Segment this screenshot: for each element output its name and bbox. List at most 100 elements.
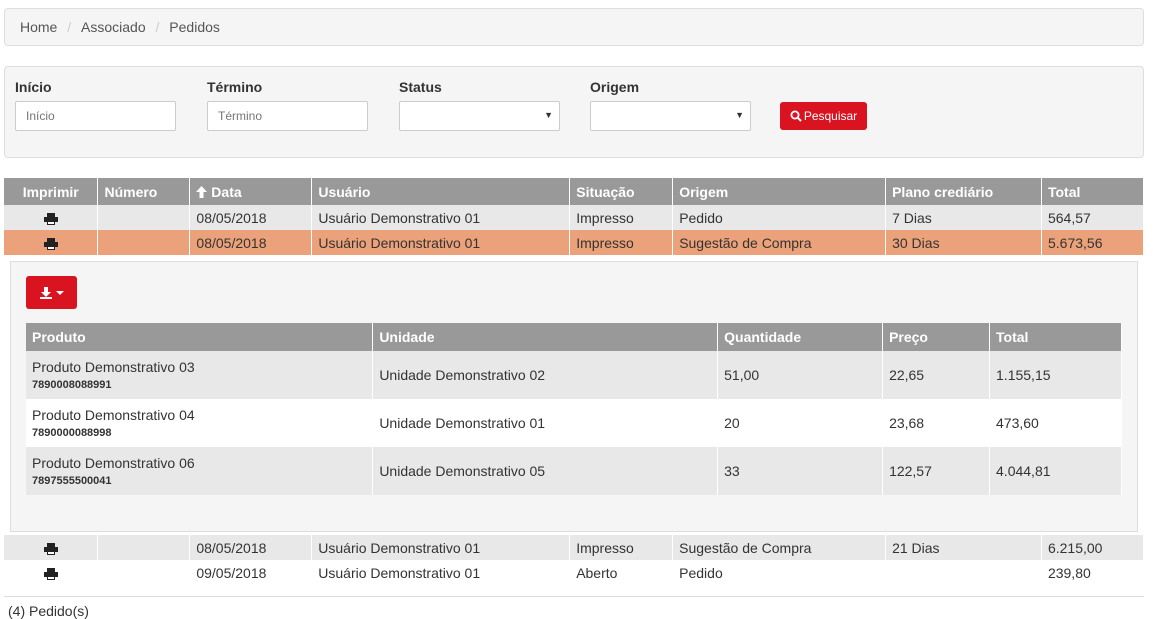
cell-preco: 22,65 <box>882 351 991 399</box>
print-cell[interactable] <box>4 560 99 585</box>
inicio-field-group: Início <box>15 79 176 131</box>
cell-data: 09/05/2018 <box>189 560 313 585</box>
orders-table: Imprimir Número Data Usuário Situação Or… <box>4 178 1145 255</box>
print-cell[interactable] <box>4 535 99 560</box>
cell-data: 08/05/2018 <box>189 535 313 560</box>
col-unidade: Unidade <box>372 323 719 351</box>
status-field-group: Status ▼ <box>399 79 560 131</box>
cell-plano: 7 Dias <box>885 205 1042 230</box>
cell-data: 08/05/2018 <box>189 230 313 255</box>
col-imprimir: Imprimir <box>4 178 99 205</box>
breadcrumb-home[interactable]: Home <box>20 19 57 35</box>
cell-situacao: Impresso <box>569 205 674 230</box>
breadcrumb-pedidos: Pedidos <box>169 19 220 35</box>
caret-down-icon: ▼ <box>544 110 553 120</box>
cell-usuario: Usuário Demonstrativo 01 <box>311 535 571 560</box>
cell-situacao: Impresso <box>569 535 674 560</box>
origem-field-group: Origem ▼ <box>590 79 751 131</box>
col-total[interactable]: Total <box>1041 178 1145 205</box>
cell-quantidade: 20 <box>717 399 884 447</box>
cell-numero <box>97 560 191 585</box>
cell-plano <box>885 560 1042 585</box>
cell-produto: Produto Demonstrativo 04 7890000088998 <box>26 399 374 447</box>
cell-total: 239,80 <box>1041 560 1145 585</box>
breadcrumb-associado[interactable]: Associado <box>81 19 146 35</box>
table-row[interactable]: 08/05/2018 Usuário Demonstrativo 01 Impr… <box>4 535 1145 560</box>
cell-produto: Produto Demonstrativo 06 7897555500041 <box>26 447 374 495</box>
cell-quantidade: 33 <box>717 447 884 495</box>
cell-origem: Pedido <box>672 205 887 230</box>
termino-field-group: Término <box>207 79 368 131</box>
col-situacao[interactable]: Situação <box>569 178 674 205</box>
cell-data: 08/05/2018 <box>189 205 313 230</box>
cell-usuario: Usuário Demonstrativo 01 <box>311 230 571 255</box>
cell-total: 564,57 <box>1041 205 1145 230</box>
col-origem[interactable]: Origem <box>672 178 887 205</box>
search-button-label: Pesquisar <box>803 109 858 123</box>
print-cell[interactable] <box>4 230 99 255</box>
print-cell[interactable] <box>4 205 99 230</box>
cell-total: 4.044,81 <box>989 447 1122 495</box>
product-row: Produto Demonstrativo 03 7890008088991 U… <box>26 351 1122 399</box>
download-icon <box>39 286 52 299</box>
cell-origem: Sugestão de Compra <box>672 230 887 255</box>
arrow-up-icon <box>196 185 208 198</box>
cell-preco: 122,57 <box>882 447 991 495</box>
product-name: Produto Demonstrativo 03 <box>32 359 195 375</box>
cell-usuario: Usuário Demonstrativo 01 <box>311 205 571 230</box>
product-code: 7890000088998 <box>32 427 112 439</box>
cell-usuario: Usuário Demonstrativo 01 <box>311 560 571 585</box>
origem-label: Origem <box>590 79 640 95</box>
col-numero[interactable]: Número <box>97 178 191 205</box>
origem-select[interactable]: ▼ <box>590 101 751 131</box>
table-header-row: Imprimir Número Data Usuário Situação Or… <box>4 178 1145 205</box>
col-preco: Preço <box>882 323 991 351</box>
footer-divider <box>4 596 1144 597</box>
table-row[interactable]: 08/05/2018 Usuário Demonstrativo 01 Impr… <box>4 205 1145 230</box>
cell-total: 5.673,56 <box>1041 230 1145 255</box>
cell-numero <box>97 535 191 560</box>
printer-icon[interactable] <box>43 212 58 225</box>
breadcrumb-separator: / <box>67 19 72 35</box>
status-select[interactable]: ▼ <box>399 101 560 131</box>
product-name: Produto Demonstrativo 06 <box>32 455 195 471</box>
cell-origem: Sugestão de Compra <box>672 535 887 560</box>
order-detail-panel: Produto Unidade Quantidade Preço Total P… <box>10 261 1138 532</box>
status-label: Status <box>399 79 442 95</box>
col-data-label: Data <box>211 183 242 200</box>
printer-icon[interactable] <box>43 237 58 250</box>
cell-produto: Produto Demonstrativo 03 7890008088991 <box>26 351 374 399</box>
termino-label: Término <box>207 79 263 95</box>
cell-numero <box>97 230 191 255</box>
search-icon <box>790 110 802 122</box>
products-header-row: Produto Unidade Quantidade Preço Total <box>26 323 1122 351</box>
download-dropdown-button[interactable] <box>26 276 77 309</box>
cell-unidade: Unidade Demonstrativo 01 <box>372 399 719 447</box>
cell-origem: Pedido <box>672 560 887 585</box>
caret-down-icon: ▼ <box>735 110 744 120</box>
cell-total: 6.215,00 <box>1041 535 1145 560</box>
cell-situacao: Impresso <box>569 230 674 255</box>
product-row: Produto Demonstrativo 04 7890000088998 U… <box>26 399 1122 447</box>
filter-panel: Início Término Status ▼ Origem ▼ Pesquis… <box>4 66 1144 158</box>
cell-total: 1.155,15 <box>989 351 1122 399</box>
inicio-input[interactable] <box>15 101 176 131</box>
printer-icon[interactable] <box>43 542 58 555</box>
col-quantidade: Quantidade <box>717 323 884 351</box>
table-row-selected[interactable]: 08/05/2018 Usuário Demonstrativo 01 Impr… <box>4 230 1145 255</box>
table-row[interactable]: 09/05/2018 Usuário Demonstrativo 01 Aber… <box>4 560 1145 585</box>
cell-situacao: Aberto <box>569 560 674 585</box>
termino-input[interactable] <box>207 101 368 131</box>
product-name: Produto Demonstrativo 04 <box>32 407 195 423</box>
col-data[interactable]: Data <box>189 178 313 205</box>
col-plano[interactable]: Plano crediário <box>885 178 1042 205</box>
col-usuario[interactable]: Usuário <box>311 178 571 205</box>
printer-icon[interactable] <box>43 567 58 580</box>
search-button[interactable]: Pesquisar <box>780 102 867 130</box>
caret-down-icon <box>55 290 64 295</box>
cell-numero <box>97 205 191 230</box>
inicio-label: Início <box>15 79 52 95</box>
breadcrumb-separator: / <box>155 19 160 35</box>
col-produto: Produto <box>26 323 374 351</box>
product-row: Produto Demonstrativo 06 7897555500041 U… <box>26 447 1122 495</box>
